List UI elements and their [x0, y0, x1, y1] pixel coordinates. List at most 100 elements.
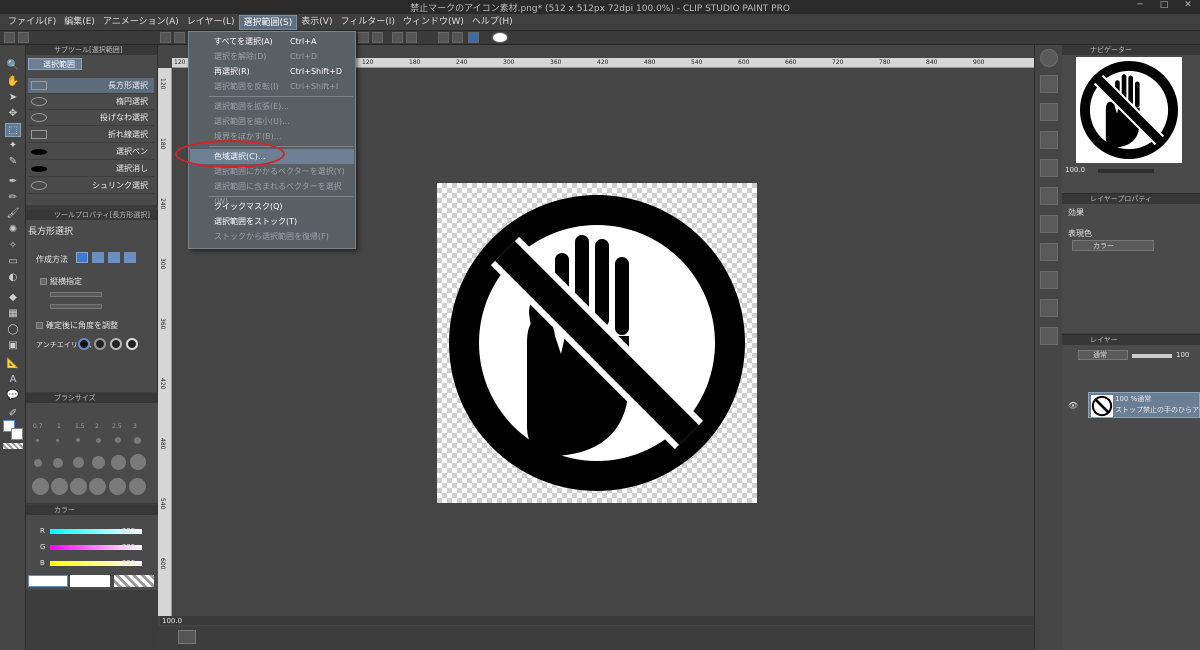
- correction-tool-icon[interactable]: ✐: [5, 407, 21, 421]
- text-tool-icon[interactable]: A: [5, 373, 21, 387]
- brush-size-preset[interactable]: [130, 454, 146, 470]
- menu-view[interactable]: 表示(V): [297, 15, 336, 30]
- ruler-tool-icon[interactable]: 📐: [5, 357, 21, 371]
- pen-tool-icon[interactable]: ✒: [5, 175, 21, 189]
- material-icon[interactable]: [1040, 187, 1058, 205]
- subtool-selection-pen[interactable]: 選択ペン: [28, 144, 154, 160]
- material-icon[interactable]: [1040, 243, 1058, 261]
- transparent-color-swatch[interactable]: [3, 443, 23, 449]
- auto-select-tool-icon[interactable]: ✦: [5, 139, 21, 153]
- b-value[interactable]: 255: [122, 559, 135, 567]
- create-new-icon[interactable]: [76, 252, 88, 263]
- menu-item[interactable]: 選択を解除(D) Ctrl+D: [190, 49, 354, 64]
- menu-animation[interactable]: アニメーション(A): [99, 15, 183, 30]
- menu-item[interactable]: 選択範囲を拡張(E)...: [190, 99, 354, 114]
- material-icon[interactable]: [1040, 299, 1058, 317]
- minimize-icon[interactable]: ─: [1128, 0, 1152, 10]
- material-icon[interactable]: [1040, 103, 1058, 121]
- menu-item[interactable]: クイックマスク(Q): [190, 199, 354, 214]
- zoom-tool-icon[interactable]: 🔍: [5, 59, 21, 73]
- transform-icon[interactable]: [358, 32, 369, 43]
- subtool-rect-select[interactable]: 長方形選択: [28, 78, 154, 94]
- menu-item[interactable]: ストックから選択範囲を復帰(F): [190, 229, 354, 244]
- subtool-group-tab[interactable]: 選択範囲: [28, 58, 82, 70]
- transparent-color-chip[interactable]: [114, 575, 154, 587]
- aspect-width-slider[interactable]: [50, 292, 102, 297]
- brush-size-preset[interactable]: [53, 458, 63, 468]
- eyedropper-tool-icon[interactable]: ✎: [5, 155, 21, 169]
- new-file-icon[interactable]: [4, 32, 15, 43]
- intersect-selection-icon[interactable]: [124, 252, 136, 263]
- pencil-tool-icon[interactable]: ✏: [5, 191, 21, 205]
- brush-size-preset[interactable]: [129, 478, 146, 495]
- close-icon[interactable]: ✕: [1176, 0, 1200, 10]
- material-icon[interactable]: [1040, 271, 1058, 289]
- sub-color-swatch[interactable]: [11, 428, 23, 440]
- antialias-medium-icon[interactable]: [110, 338, 122, 350]
- material-icon[interactable]: [1040, 75, 1058, 93]
- g-value[interactable]: 255: [122, 543, 135, 551]
- menu-item[interactable]: 選択範囲を反転(I) Ctrl+Shift+I: [190, 79, 354, 94]
- color-mode-select[interactable]: カラー: [1072, 240, 1154, 251]
- subtool-shrink-select[interactable]: シュリンク選択: [28, 178, 154, 194]
- antialias-strong-icon[interactable]: [126, 338, 138, 350]
- menu-file[interactable]: ファイル(F): [4, 15, 60, 30]
- adjust-angle-checkbox[interactable]: [36, 322, 43, 329]
- antialias-none-icon[interactable]: [78, 338, 90, 350]
- aspect-checkbox[interactable]: [40, 278, 47, 285]
- brush-size-preset[interactable]: [134, 437, 141, 444]
- main-color-chip[interactable]: [28, 575, 68, 587]
- hand-tool-icon[interactable]: ✋: [5, 75, 21, 89]
- brush-size-preset[interactable]: [73, 457, 84, 468]
- material-icon[interactable]: [1040, 327, 1058, 345]
- navigator-zoom[interactable]: 100.0: [1065, 166, 1085, 174]
- move-tool-icon[interactable]: ✥: [5, 107, 21, 121]
- blend-mode-select[interactable]: 通常: [1078, 350, 1128, 360]
- brush-size-preset[interactable]: [70, 478, 87, 495]
- airbrush-tool-icon[interactable]: ✺: [5, 223, 21, 237]
- snap-grid-icon[interactable]: [468, 32, 479, 43]
- layer-name[interactable]: ストップ禁止の手のひらアイコン: [1115, 405, 1200, 415]
- menu-item[interactable]: 選択範囲に含まれるベクターを選択(W): [190, 179, 354, 206]
- horizontal-scrollbar[interactable]: [160, 616, 1034, 625]
- subtool-selection-eraser[interactable]: 選択消し: [28, 161, 154, 177]
- subtool-polyline-select[interactable]: 折れ線選択: [28, 127, 154, 143]
- clear-icon[interactable]: [406, 32, 417, 43]
- camera-icon[interactable]: [174, 32, 185, 43]
- gradient-tool-icon[interactable]: ▦: [5, 307, 21, 321]
- blend-tool-icon[interactable]: ◐: [5, 271, 21, 285]
- menu-selection[interactable]: 選択範囲(S): [238, 14, 298, 30]
- menu-item[interactable]: 選択範囲を縮小(U)...: [190, 114, 354, 129]
- menu-filter[interactable]: フィルター(I): [336, 15, 399, 30]
- object-tool-icon[interactable]: ➤: [5, 91, 21, 105]
- menu-layer[interactable]: レイヤー(L): [183, 15, 239, 30]
- subtool-lasso-select[interactable]: 投げなわ選択: [28, 110, 154, 126]
- antialias-weak-icon[interactable]: [94, 338, 106, 350]
- snap-special-icon[interactable]: [452, 32, 463, 43]
- layer-row[interactable]: 100 %通常 ストップ禁止の手のひらアイコン: [1088, 392, 1200, 418]
- zoom-value[interactable]: 100.0: [162, 617, 182, 625]
- deselect-icon[interactable]: [392, 32, 403, 43]
- crop-icon[interactable]: [372, 32, 383, 43]
- brush-size-preset[interactable]: [36, 439, 39, 442]
- opacity-value[interactable]: 100: [1176, 351, 1189, 359]
- navigator-preview[interactable]: [1076, 57, 1182, 163]
- menu-item[interactable]: 再選択(R) Ctrl+Shift+D: [190, 64, 354, 79]
- fill-tool-icon[interactable]: ◆: [5, 291, 21, 305]
- frame-tool-icon[interactable]: ▣: [5, 339, 21, 353]
- brush-size-preset[interactable]: [51, 478, 68, 495]
- menu-item[interactable]: 選択範囲をストック(T): [190, 214, 354, 229]
- decoration-tool-icon[interactable]: ✧: [5, 239, 21, 253]
- brush-size-preset[interactable]: [115, 437, 121, 443]
- brush-size-preset[interactable]: [96, 438, 101, 443]
- navigator-zoom-slider[interactable]: [1098, 169, 1154, 173]
- aspect-height-slider[interactable]: [50, 304, 102, 309]
- material-icon[interactable]: [1040, 159, 1058, 177]
- grid-icon[interactable]: [160, 32, 171, 43]
- eraser-tool-icon[interactable]: ▭: [5, 255, 21, 269]
- brush-size-preset[interactable]: [32, 478, 49, 495]
- search-icon[interactable]: [1040, 49, 1058, 67]
- open-icon[interactable]: [18, 32, 29, 43]
- subtool-ellipse-select[interactable]: 楕円選択: [28, 94, 154, 110]
- menu-window[interactable]: ウィンドウ(W): [399, 15, 468, 30]
